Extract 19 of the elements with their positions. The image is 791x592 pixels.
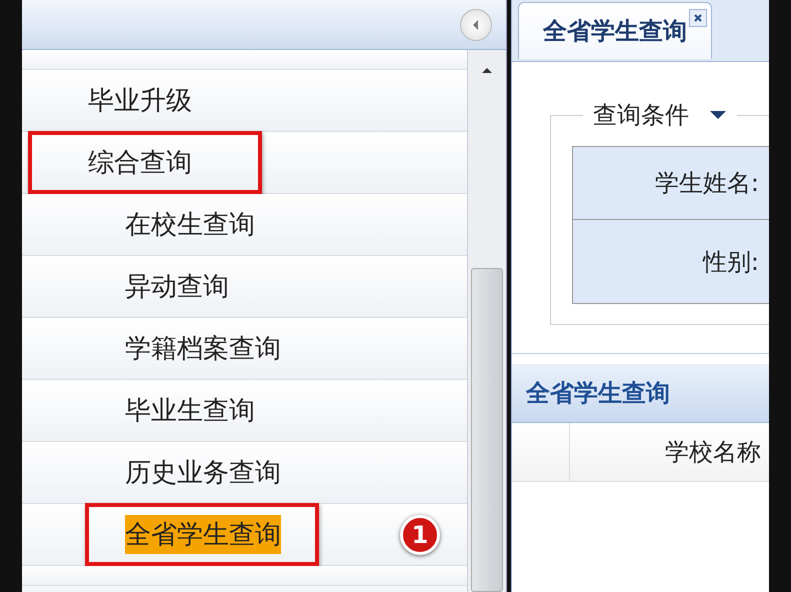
grid-title: 全省学生查询	[526, 378, 670, 409]
fieldset-legend[interactable]: 查询条件	[593, 99, 689, 131]
menu-item[interactable]: 全省学生查询 1	[22, 504, 467, 566]
menu-item[interactable]: 在校生查询	[22, 194, 467, 256]
tab[interactable]: 全省学生查询	[518, 2, 712, 59]
menu-item[interactable]: 历史业务查询	[22, 442, 467, 504]
menu-item[interactable]: 毕业升级	[22, 70, 467, 132]
scroll-up-icon[interactable]	[481, 66, 493, 74]
step-number-badge: 1	[400, 515, 440, 555]
menu-item[interactable]: 综合查询	[22, 132, 467, 194]
scrollbar[interactable]	[467, 50, 506, 592]
menu-item[interactable]: 毕业生查询	[22, 380, 467, 442]
menu-item[interactable]: 学籍档案查询	[22, 318, 467, 380]
menu-item[interactable]: 异动查询	[22, 256, 467, 318]
field-label: 性别:	[702, 246, 759, 278]
caret-icon[interactable]	[709, 110, 727, 120]
collapse-button[interactable]	[460, 8, 492, 40]
close-icon[interactable]	[689, 9, 707, 27]
field-label: 学生姓名:	[654, 168, 759, 199]
